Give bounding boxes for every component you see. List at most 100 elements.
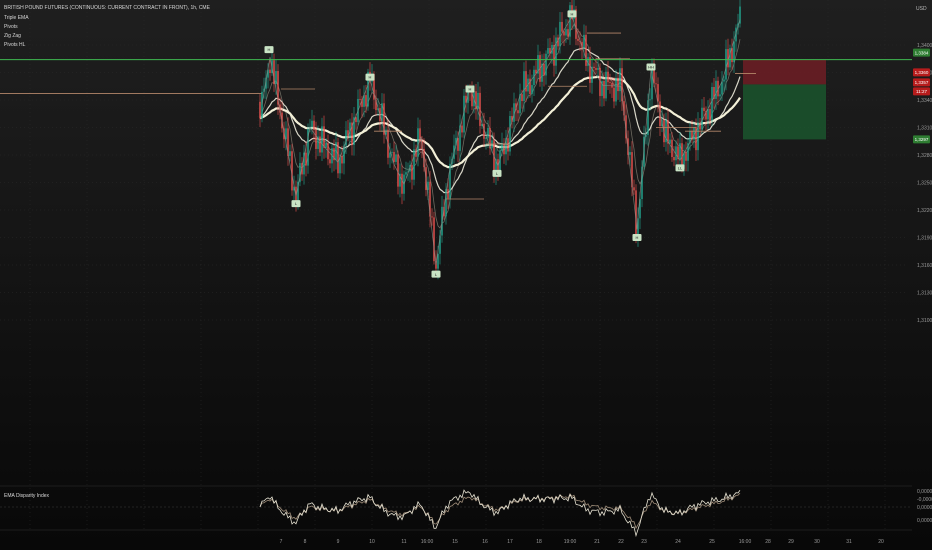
candle-body <box>365 95 367 107</box>
candle-body <box>709 108 711 121</box>
time-axis-tick-label: 16:00 <box>421 539 434 545</box>
candle-body <box>563 31 565 36</box>
candle-body <box>613 87 615 102</box>
candle-body <box>431 216 433 218</box>
oscillator-axis-tick-label: 0,0000 <box>917 489 932 495</box>
candle-body <box>337 142 339 174</box>
candle-body <box>633 187 635 191</box>
stop-loss-zone <box>743 59 826 85</box>
candle-body <box>259 101 261 119</box>
candle-body <box>405 172 407 175</box>
candle-body <box>711 86 713 121</box>
pivot-label-text: HH <box>648 65 654 70</box>
candle-body <box>707 108 709 120</box>
candle-body <box>289 151 291 156</box>
time-axis-tick-label: 20 <box>878 539 884 545</box>
indicator-zigzag-label[interactable]: Zig Zag <box>4 33 21 39</box>
time-axis-tick-label: 31 <box>846 539 852 545</box>
candle-body <box>477 92 479 110</box>
price-axis-tick-label: 1,3190 <box>917 236 932 242</box>
candle-body <box>411 165 413 180</box>
candle-body <box>721 81 723 95</box>
candle-body <box>559 21 561 47</box>
candle-body <box>447 189 449 199</box>
candle-body <box>305 152 307 166</box>
candle-body <box>319 136 321 153</box>
candle-body <box>595 68 597 70</box>
candle-body <box>335 142 337 161</box>
candle-body <box>725 49 727 80</box>
candle-body <box>315 129 317 149</box>
position-tool <box>743 59 826 140</box>
price-tag-text: 1,3297 <box>915 137 929 142</box>
candle-body <box>389 152 391 158</box>
indicator-pivots-hl-label[interactable]: Pivots HL <box>4 42 25 48</box>
disparity-slow-line <box>259 492 741 530</box>
candle-body <box>285 128 287 140</box>
candle-body <box>323 126 325 148</box>
candle-body <box>673 157 675 161</box>
time-axis-tick-label: 19:00 <box>564 539 577 545</box>
candle-body <box>417 128 419 157</box>
price-chart[interactable]: 1,34001,33701,33401,33101,32801,32501,32… <box>0 0 932 550</box>
candle-body <box>391 151 393 153</box>
candle-body <box>381 103 383 121</box>
chart-title: BRITISH POUND FUTURES (CONTINUOUS: CURRE… <box>4 5 210 11</box>
candle-body <box>589 57 591 83</box>
candle-body <box>325 143 327 148</box>
candle-body <box>719 94 721 97</box>
candle-body <box>611 82 613 88</box>
time-axis-tick-label: 24 <box>675 539 681 545</box>
time-axis-tick-label: 16:00 <box>739 539 752 545</box>
time-axis-tick-label: 7 <box>280 539 283 545</box>
pivot-label-text: LL <box>678 165 683 170</box>
time-axis-tick-label: 15 <box>452 539 458 545</box>
candle-body <box>655 83 657 85</box>
candle-body <box>619 68 621 92</box>
candle-body <box>521 94 523 102</box>
take-profit-zone <box>743 84 826 140</box>
pivot-label-text: H <box>369 75 372 80</box>
pivot-label-text: H <box>636 235 639 240</box>
candle-body <box>715 80 717 99</box>
time-axis-tick-label: 9 <box>337 539 340 545</box>
time-axis-tick-label: 30 <box>814 539 820 545</box>
price-axis-tick-label: 1,3160 <box>917 263 932 269</box>
oscillator-pane: 0,0000 -0,0000 0,0000 0,0000 <box>0 485 932 538</box>
candle-body <box>359 98 361 100</box>
price-tag-text: 11:27 <box>916 89 927 94</box>
price-tag-text: 1,3360 <box>915 70 929 75</box>
candle-body <box>593 66 595 69</box>
time-axis-tick-label: 10 <box>369 539 375 545</box>
candle-body <box>561 21 563 32</box>
time-axis-tick-label: 22 <box>618 539 624 545</box>
candle-body <box>261 91 263 119</box>
disparity-fast-line <box>259 489 741 538</box>
time-axis-tick-label: 21 <box>594 539 600 545</box>
time-axis-tick-label: 17 <box>507 539 513 545</box>
candle-body <box>607 71 609 83</box>
price-axis-tick-label: 1,3340 <box>917 98 932 104</box>
candle-body <box>723 79 725 82</box>
candle-body <box>523 71 525 102</box>
currency-label: USD <box>916 6 927 12</box>
indicator-pivots-label[interactable]: Pivots <box>4 24 18 30</box>
candle-body <box>703 107 705 112</box>
candle-body <box>649 99 651 101</box>
time-axis-tick-label: 18 <box>536 539 542 545</box>
candle-body <box>509 115 511 152</box>
candle-body <box>605 71 607 99</box>
candle-body <box>275 71 277 84</box>
candle-body <box>615 77 617 102</box>
candle-body <box>555 37 557 66</box>
time-axis-tick-label: 8 <box>304 539 307 545</box>
candle-body <box>567 29 569 37</box>
candle-body <box>311 120 313 127</box>
candle-body <box>585 34 587 66</box>
candle-body <box>583 34 585 49</box>
indicator-triple-ema-label[interactable]: Triple EMA <box>4 15 29 21</box>
candle-body <box>321 126 323 153</box>
candle-body <box>733 41 735 63</box>
candle-body <box>507 138 509 152</box>
price-axis-tick-label: 1,3220 <box>917 208 932 214</box>
